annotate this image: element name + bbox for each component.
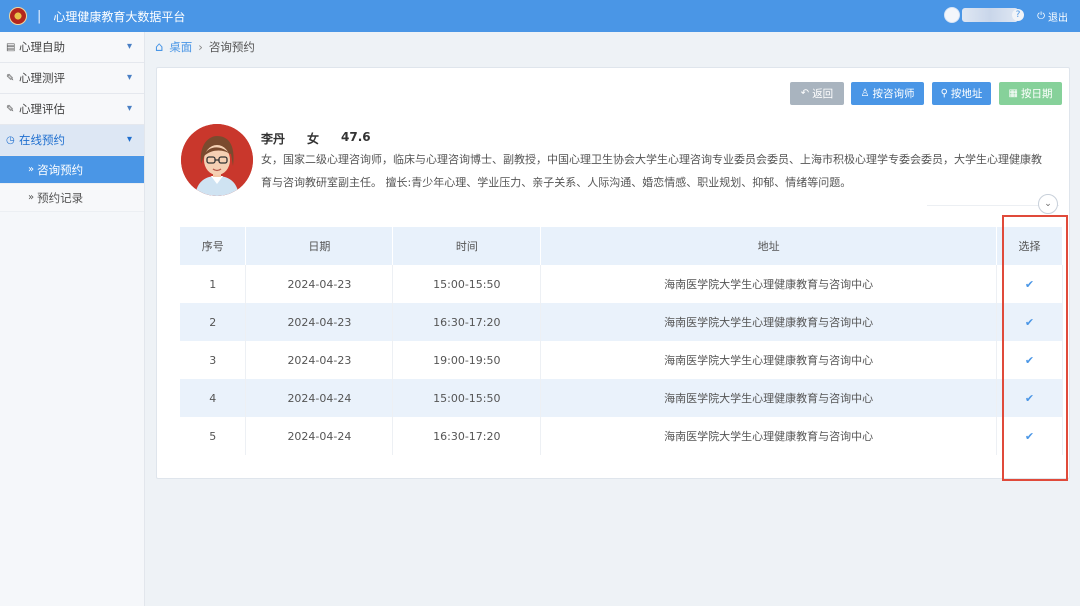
by-address-label: 按地址	[950, 88, 983, 100]
user-icon: ♙	[860, 88, 870, 99]
cell-date: 2024-04-23	[245, 303, 394, 341]
cell-time: 15:00-15:50	[392, 265, 542, 303]
edit-icon: ✎	[6, 103, 15, 115]
schedule-table: 序号 日期 时间 地址 选择 1 2024-04-23 15:00-15:50 …	[180, 227, 1063, 455]
double-chevron-right-icon: »	[28, 192, 35, 203]
table-row[interactable]: 4 2024-04-24 15:00-15:50 海南医学院大学生心理健康教育与…	[180, 379, 1063, 417]
cell-no: 1	[180, 265, 247, 303]
map-marker-icon: ⚲	[940, 88, 948, 99]
cell-date: 2024-04-24	[245, 417, 394, 455]
cell-address: 海南医学院大学生心理健康教育与咨询中心	[540, 303, 997, 341]
sidebar-item-self-help[interactable]: ▤ 心理自助 ▾	[0, 32, 144, 63]
double-chevron-right-icon: »	[28, 164, 35, 175]
table-row[interactable]: 3 2024-04-23 19:00-19:50 海南医学院大学生心理健康教育与…	[180, 341, 1063, 379]
undo-icon: ↶	[800, 88, 810, 99]
cell-date: 2024-04-23	[245, 265, 394, 303]
counselor-gender: 女	[307, 132, 320, 146]
counselor-header: 李丹 女 47.6	[261, 130, 371, 147]
cell-time: 16:30-17:20	[392, 303, 542, 341]
cell-no: 4	[180, 379, 247, 417]
cell-address: 海南医学院大学生心理健康教育与咨询中心	[540, 341, 997, 379]
logout-label: 退出	[1048, 13, 1068, 24]
chevron-down-icon: ▾	[126, 72, 132, 83]
back-button-label: 返回	[812, 88, 834, 100]
logo-icon	[9, 7, 27, 25]
sidebar-item-evaluation[interactable]: ✎ 心理评估 ▾	[0, 94, 144, 125]
cell-address: 海南医学院大学生心理健康教育与咨询中心	[540, 265, 997, 303]
user-area[interactable]: ?	[944, 7, 1024, 23]
header-time: 时间	[392, 227, 542, 265]
by-address-button[interactable]: ⚲ 按地址	[932, 82, 991, 105]
booking-panel: ↶ 返回 ♙ 按咨询师 ⚲ 按地址 ▦ 按日期 李丹 女 47.6 女，国家二级…	[156, 67, 1070, 479]
table-header-row: 序号 日期 时间 地址 选择	[180, 227, 1063, 265]
book-icon: ▤	[6, 41, 16, 53]
power-icon: ⏻	[1037, 11, 1045, 22]
user-name-blurred	[962, 8, 1018, 22]
sidebar-subitem-booking-records[interactable]: » 预约记录	[0, 184, 144, 212]
app-title: 心理健康教育大数据平台	[53, 9, 186, 24]
cell-address: 海南医学院大学生心理健康教育与咨询中心	[540, 379, 997, 417]
user-avatar-icon[interactable]	[944, 7, 960, 23]
double-chevron-down-icon: ⌄	[1044, 199, 1052, 209]
logout-button[interactable]: ⏻ 退出	[1037, 9, 1068, 24]
select-column-highlight	[1002, 215, 1068, 481]
sidebar: ▤ 心理自助 ▾ ✎ 心理测评 ▾ ✎ 心理评估 ▾ ◷ 在线预约 ▾ » 咨询…	[0, 32, 145, 606]
counselor-name: 李丹	[261, 132, 286, 146]
sidebar-item-label: 心理自助	[19, 40, 65, 54]
sidebar-subitem-label: 咨询预约	[37, 162, 84, 177]
edit-icon: ✎	[6, 72, 15, 84]
cell-no: 2	[180, 303, 247, 341]
chevron-right-icon: ›	[198, 40, 203, 54]
table-row[interactable]: 1 2024-04-23 15:00-15:50 海南医学院大学生心理健康教育与…	[180, 265, 1063, 303]
counselor-description: 女，国家二级心理咨询师，临床与心理咨询博士、副教授，中国心理卫生协会大学生心理咨…	[261, 153, 1042, 189]
cell-date: 2024-04-24	[245, 379, 394, 417]
sidebar-subitem-label: 预约记录	[37, 190, 84, 205]
sidebar-item-assessment[interactable]: ✎ 心理测评 ▾	[0, 63, 144, 94]
home-icon[interactable]: ⌂	[155, 40, 163, 55]
back-button[interactable]: ↶ 返回	[790, 82, 844, 105]
cell-address: 海南医学院大学生心理健康教育与咨询中心	[540, 417, 997, 455]
breadcrumb: ⌂ 桌面 › 咨询预约	[155, 38, 255, 56]
header-no: 序号	[180, 227, 247, 265]
cell-time: 19:00-19:50	[392, 341, 542, 379]
cell-date: 2024-04-23	[245, 341, 394, 379]
by-date-button[interactable]: ▦ 按日期	[999, 82, 1062, 105]
counselor-score: 47.6	[341, 130, 371, 144]
table-row[interactable]: 5 2024-04-24 16:30-17:20 海南医学院大学生心理健康教育与…	[180, 417, 1063, 455]
breadcrumb-current: 咨询预约	[208, 40, 255, 54]
chevron-down-icon: ▾	[126, 103, 132, 114]
sidebar-subitem-consult-booking[interactable]: » 咨询预约	[0, 156, 144, 184]
cell-no: 3	[180, 341, 247, 379]
sidebar-item-label: 心理评估	[19, 102, 65, 116]
header-address: 地址	[540, 227, 997, 265]
cell-time: 16:30-17:20	[392, 417, 542, 455]
calendar-icon: ▦	[1008, 88, 1018, 99]
header-date: 日期	[245, 227, 394, 265]
clock-icon: ◷	[6, 134, 15, 146]
counselor-avatar	[181, 124, 253, 196]
top-bar: | 心理健康教育大数据平台 ? ⏻ 退出	[0, 0, 1080, 32]
breadcrumb-home-link[interactable]: 桌面	[169, 39, 192, 55]
sidebar-item-online-booking[interactable]: ◷ 在线预约 ▾	[0, 125, 144, 156]
by-counselor-label: 按咨询师	[872, 88, 915, 100]
chevron-down-icon: ▾	[126, 41, 132, 52]
by-counselor-button[interactable]: ♙ 按咨询师	[851, 82, 924, 105]
expand-more-button[interactable]: ⌄	[1038, 194, 1058, 214]
by-date-label: 按日期	[1020, 88, 1053, 100]
sidebar-item-label: 心理测评	[19, 71, 65, 85]
table-row[interactable]: 2 2024-04-23 16:30-17:20 海南医学院大学生心理健康教育与…	[180, 303, 1063, 341]
help-icon[interactable]: ?	[1012, 9, 1024, 21]
sidebar-item-label: 在线预约	[19, 133, 65, 147]
cell-time: 15:00-15:50	[392, 379, 542, 417]
title-separator: |	[37, 8, 42, 24]
cell-no: 5	[180, 417, 247, 455]
counselor-portrait-icon	[181, 124, 253, 196]
chevron-down-icon: ▾	[126, 134, 132, 145]
